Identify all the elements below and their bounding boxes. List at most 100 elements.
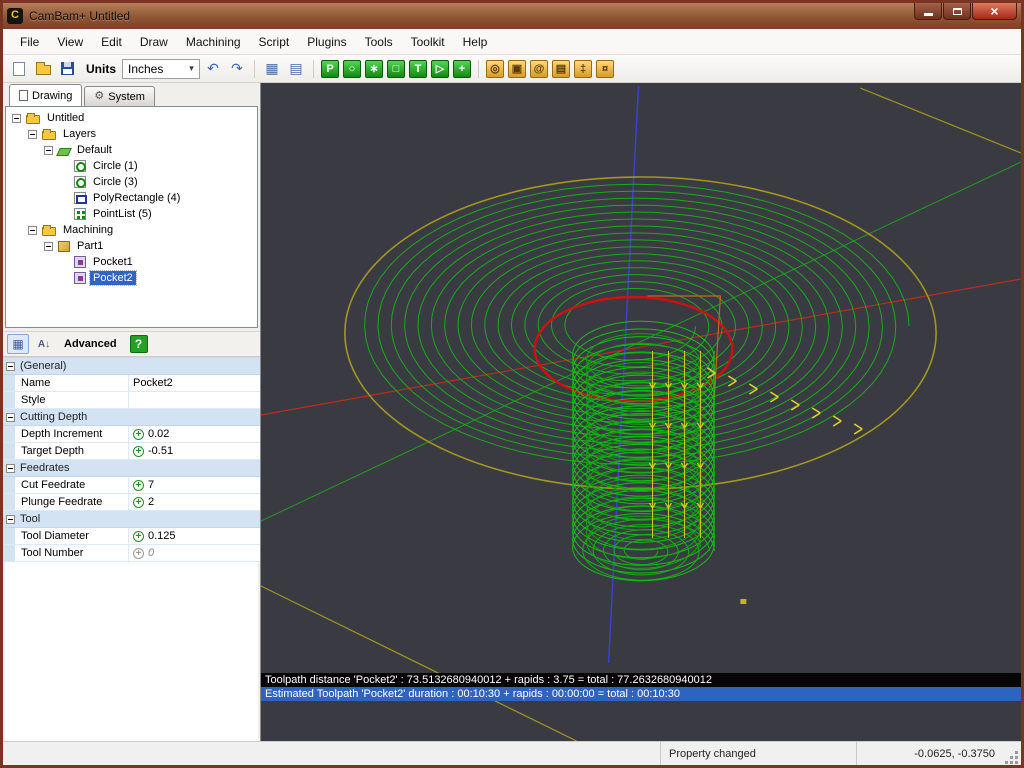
generate-toolpaths-button[interactable]: + [453,60,471,78]
collapse-icon[interactable] [44,242,53,251]
redo-button[interactable]: ↷ [226,58,248,80]
profile-op-button[interactable]: P [321,60,339,78]
caption-buttons: × [913,3,1017,20]
toolpath-duration-line-selected[interactable]: Estimated Toolpath 'Pocket2' duration : … [261,687,1021,701]
collapse-icon[interactable] [6,515,15,524]
engrave-op-button[interactable]: □ [387,60,405,78]
advanced-toggle[interactable]: Advanced [59,338,122,350]
menu-draw[interactable]: Draw [131,32,177,52]
property-toolbar: ▦ A↓ Advanced ? [3,331,260,357]
tree-item-circle-3[interactable]: Circle (3) [6,174,257,190]
az-sort-icon: A↓ [38,339,50,350]
status-empty-panel [3,742,661,765]
machining-options-icon: ▣ [512,62,522,75]
tree-item-pocket1[interactable]: Pocket1 [6,254,257,270]
help-button[interactable]: ? [130,335,148,353]
menu-tools[interactable]: Tools [356,32,402,52]
tree-item-circle-1[interactable]: Circle (1) [6,158,257,174]
menu-edit[interactable]: Edit [92,32,131,52]
collapse-icon[interactable] [28,226,37,235]
menu-machining[interactable]: Machining [177,32,250,52]
title-bar: CamBam+ Untitled × [3,3,1021,29]
tool-diameter-value[interactable]: 0.125 [148,530,176,542]
menu-file[interactable]: File [11,32,48,52]
alphabetical-sort-button[interactable]: A↓ [33,334,55,354]
tree-item-polyrectangle-4[interactable]: PolyRectangle (4) [6,190,257,206]
post-process-button[interactable]: ‡ [574,60,592,78]
undo-button[interactable]: ↶ [202,58,224,80]
category-feedrates[interactable]: Feedrates [3,460,260,477]
folder-icon [42,227,56,236]
tree-item-default-layer[interactable]: Default [6,142,257,158]
drill-op-button[interactable]: ∗ [365,60,383,78]
pocket-op-button[interactable]: ○ [343,60,361,78]
tree-item-pocket2[interactable]: Pocket2 [6,270,257,286]
3d-viewport[interactable]: Toolpath distance 'Pocket2' : 73.5132680… [260,83,1021,741]
3dprofile-op-button[interactable]: ▷ [431,60,449,78]
text-op-button[interactable]: T [409,60,427,78]
text-op-icon: T [415,63,422,75]
minimize-button[interactable] [914,3,942,20]
maximize-button[interactable] [943,3,971,20]
gcode-button[interactable]: ▤ [552,60,570,78]
menu-script[interactable]: Script [250,32,299,52]
tree-item-layers[interactable]: Layers [6,126,257,142]
collapse-icon[interactable] [12,114,21,123]
grid-toggle-button[interactable]: ▦ [261,58,283,80]
open-file-button[interactable] [32,58,54,80]
category-cutting-depth[interactable]: Cutting Depth [3,409,260,426]
collapse-icon[interactable] [6,413,15,422]
property-row-plunge-feedrate[interactable]: Plunge Feedrate 2 [3,494,260,511]
collapse-icon[interactable] [28,130,37,139]
cut-feedrate-value[interactable]: 7 [148,479,154,491]
units-dropdown[interactable]: Inches ▾ [122,59,200,79]
folder-icon [26,115,40,124]
snap-grid-button[interactable]: ▤ [285,58,307,80]
machining-options-button[interactable]: ▣ [508,60,526,78]
resize-grip[interactable] [1007,742,1021,765]
plunge-feedrate-value[interactable]: 2 [148,496,154,508]
property-row-name[interactable]: Name Pocket2 [3,375,260,392]
property-row-depth-increment[interactable]: Depth Increment 0.02 [3,426,260,443]
status-bar: Property changed -0.0625, -0.3750 [3,741,1021,765]
simulation-button[interactable]: @ [530,60,548,78]
toolpath-distance-line[interactable]: Toolpath distance 'Pocket2' : 73.5132680… [261,673,1021,687]
stock-button[interactable]: ◎ [486,60,504,78]
rectangle-entity-icon [74,192,86,204]
new-file-button[interactable] [8,58,30,80]
property-row-tool-diameter[interactable]: Tool Diameter 0.125 [3,528,260,545]
save-button[interactable] [56,58,78,80]
tree-item-untitled[interactable]: Untitled [6,110,257,126]
collapse-icon[interactable] [6,362,15,371]
3dprofile-op-icon: ▷ [436,62,444,75]
property-row-tool-number[interactable]: Tool Number 0 [3,545,260,562]
close-button[interactable]: × [972,3,1017,20]
menu-help[interactable]: Help [454,32,497,52]
property-row-cut-feedrate[interactable]: Cut Feedrate 7 [3,477,260,494]
category-tool[interactable]: Tool [3,511,260,528]
categorized-view-button[interactable]: ▦ [7,334,29,354]
toolkit-button[interactable]: ¤ [596,60,614,78]
depth-increment-value[interactable]: 0.02 [148,428,169,440]
tree-item-part1[interactable]: Part1 [6,238,257,254]
collapse-icon[interactable] [6,464,15,473]
tab-system[interactable]: ⚙ System [84,86,155,106]
menu-view[interactable]: View [48,32,92,52]
property-row-target-depth[interactable]: Target Depth -0.51 [3,443,260,460]
style-value[interactable] [129,392,260,408]
plus-circle-icon-disabled [133,548,144,559]
menu-plugins[interactable]: Plugins [298,32,355,52]
tab-drawing[interactable]: Drawing [9,84,82,106]
category-general[interactable]: (General) [3,358,260,375]
name-value[interactable]: Pocket2 [129,375,260,391]
menu-toolkit[interactable]: Toolkit [402,32,454,52]
tool-number-value[interactable]: 0 [148,547,154,559]
target-depth-value[interactable]: -0.51 [148,445,173,457]
tree-item-pointlist-5[interactable]: PointList (5) [6,206,257,222]
tree-item-machining[interactable]: Machining [6,222,257,238]
close-icon: × [990,4,998,18]
collapse-icon[interactable] [44,146,53,155]
stock-icon: ◎ [490,62,500,75]
toolpath-canvas[interactable] [261,83,1021,741]
property-row-style[interactable]: Style [3,392,260,409]
